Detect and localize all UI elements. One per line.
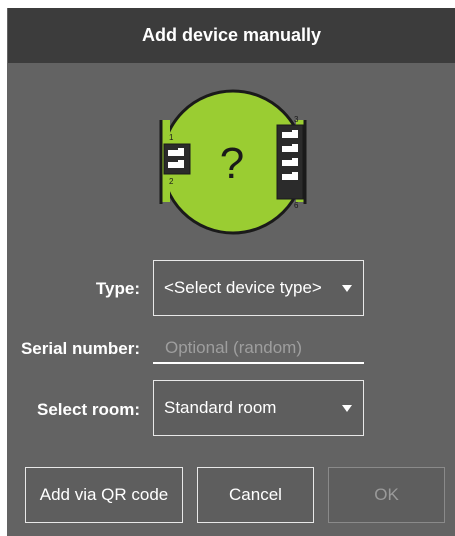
dialog-header: Add device manually (8, 8, 455, 63)
chevron-down-icon (342, 284, 352, 292)
serial-number-label: Serial number: (20, 339, 140, 358)
select-room-label: Select room: (37, 400, 140, 419)
serial-number-input[interactable] (153, 336, 364, 364)
ok-label: OK (374, 485, 399, 504)
type-label: Type: (95, 279, 140, 298)
device-type-value: <Select device type> (164, 278, 322, 297)
terminal-label-3: 3 (294, 115, 299, 124)
unknown-device-symbol: ? (220, 139, 244, 188)
terminal-label-2: 2 (169, 177, 174, 186)
cancel-label: Cancel (229, 485, 282, 504)
chevron-down-icon (342, 404, 352, 412)
room-value: Standard room (164, 398, 277, 417)
right-terminal-block (276, 124, 304, 200)
add-via-qr-button[interactable]: Add via QR code (25, 467, 183, 523)
ok-button[interactable]: OK (328, 467, 445, 523)
left-terminal-block (163, 143, 191, 175)
dialog-title: Add device manually (141, 25, 322, 45)
room-select[interactable]: Standard room (153, 380, 364, 436)
terminal-label-1: 1 (169, 133, 174, 142)
add-via-qr-label: Add via QR code (39, 485, 169, 504)
device-type-select[interactable]: <Select device type> (153, 260, 364, 316)
device-illustration: 1 2 3 6 ? (159, 89, 307, 235)
cancel-button[interactable]: Cancel (197, 467, 314, 523)
terminal-label-6: 6 (294, 201, 299, 210)
